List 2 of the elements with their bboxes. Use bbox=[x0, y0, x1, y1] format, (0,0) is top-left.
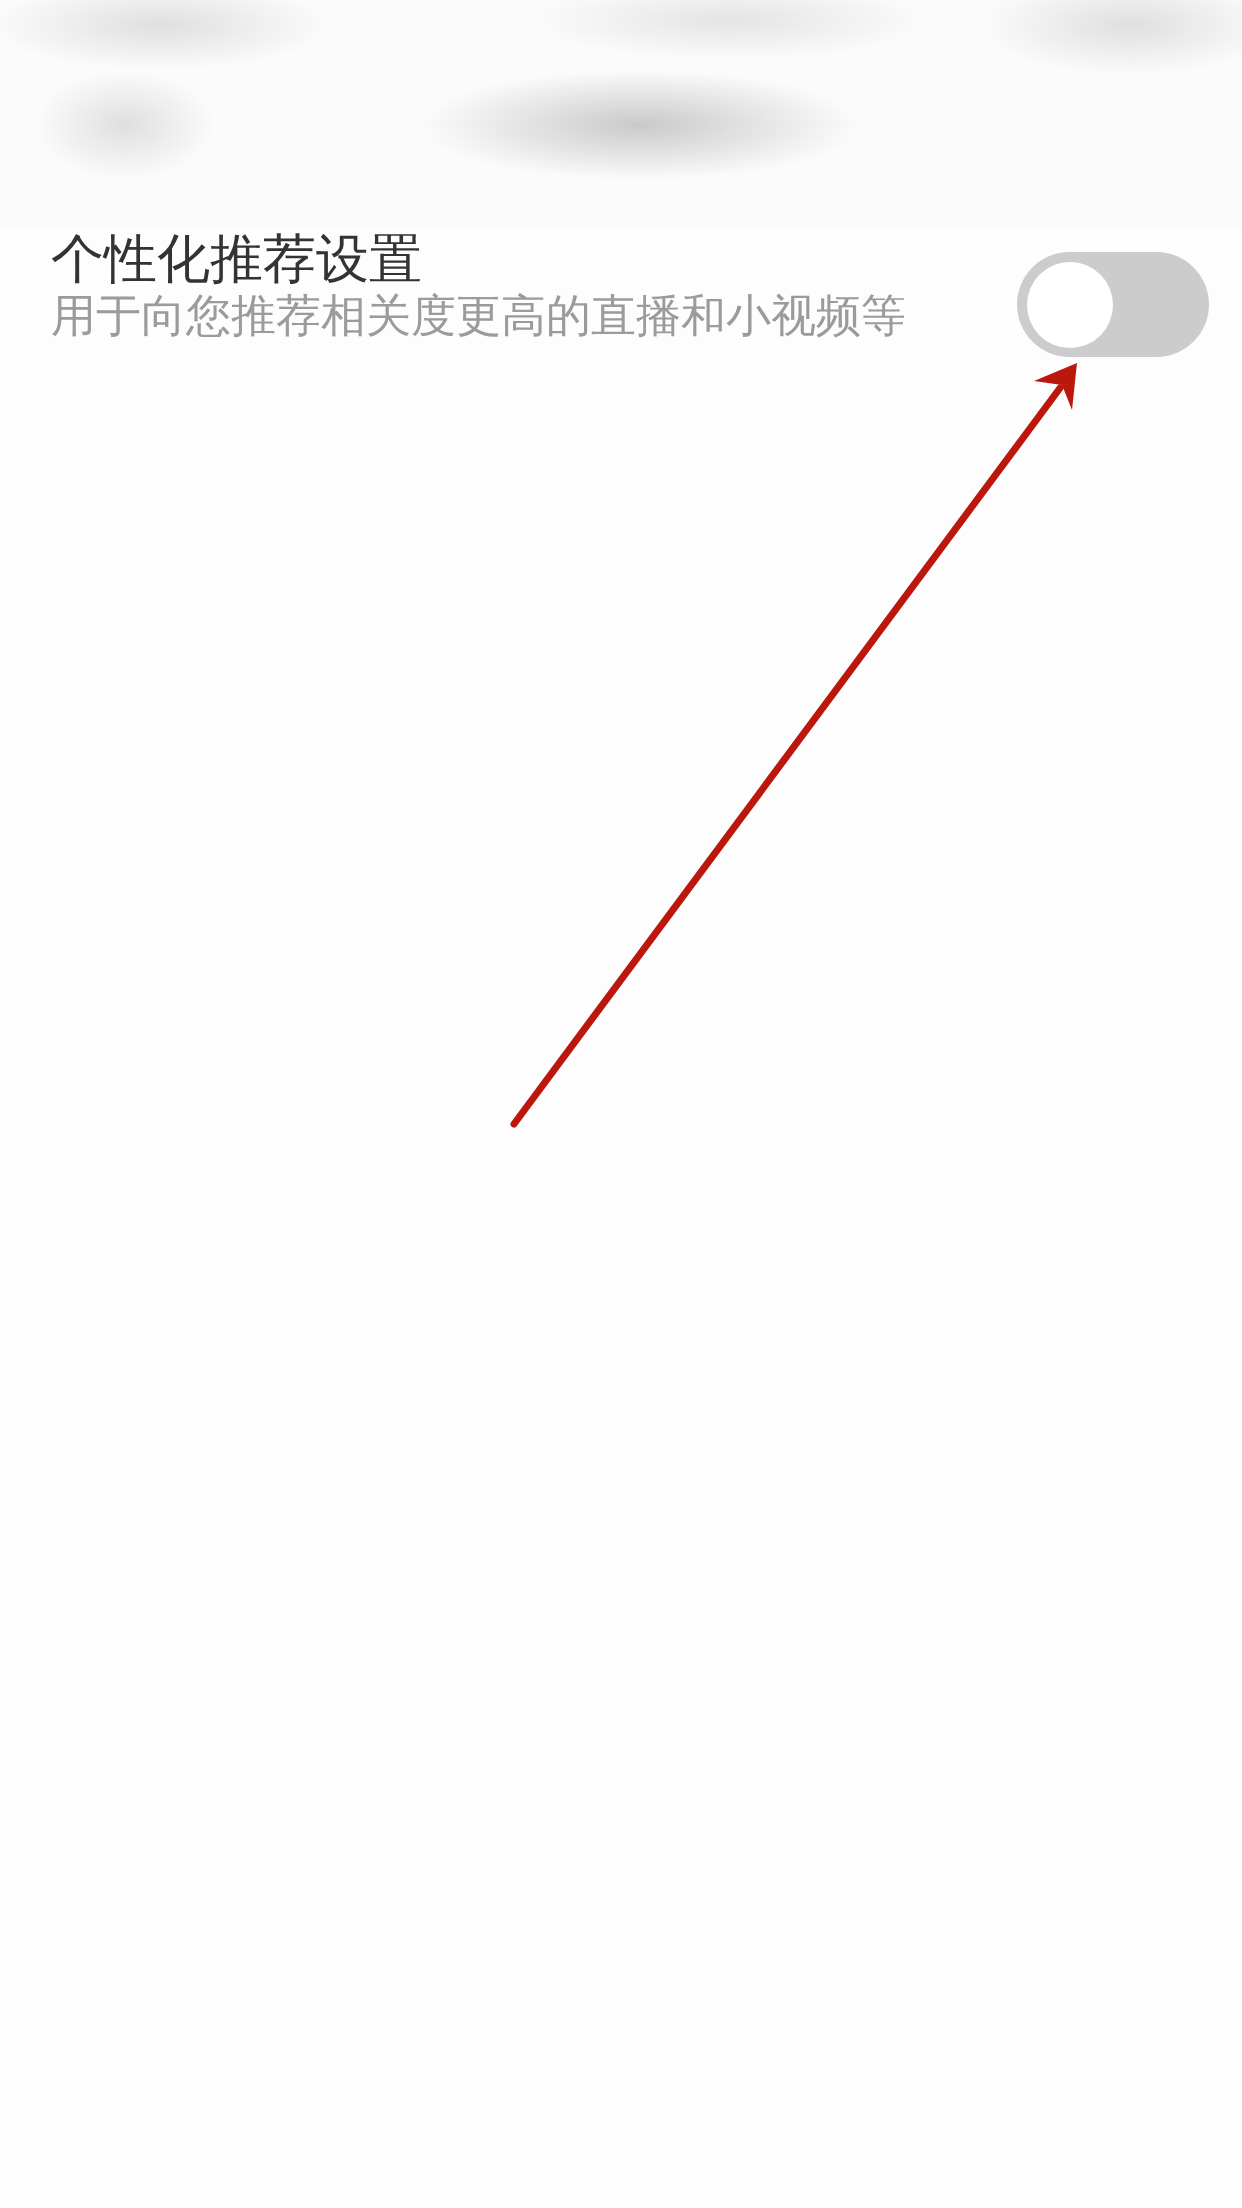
setting-title: 个性化推荐设置 bbox=[51, 228, 423, 290]
setting-description: 用于向您推荐相关度更高的直播和小视频等 bbox=[51, 290, 906, 342]
